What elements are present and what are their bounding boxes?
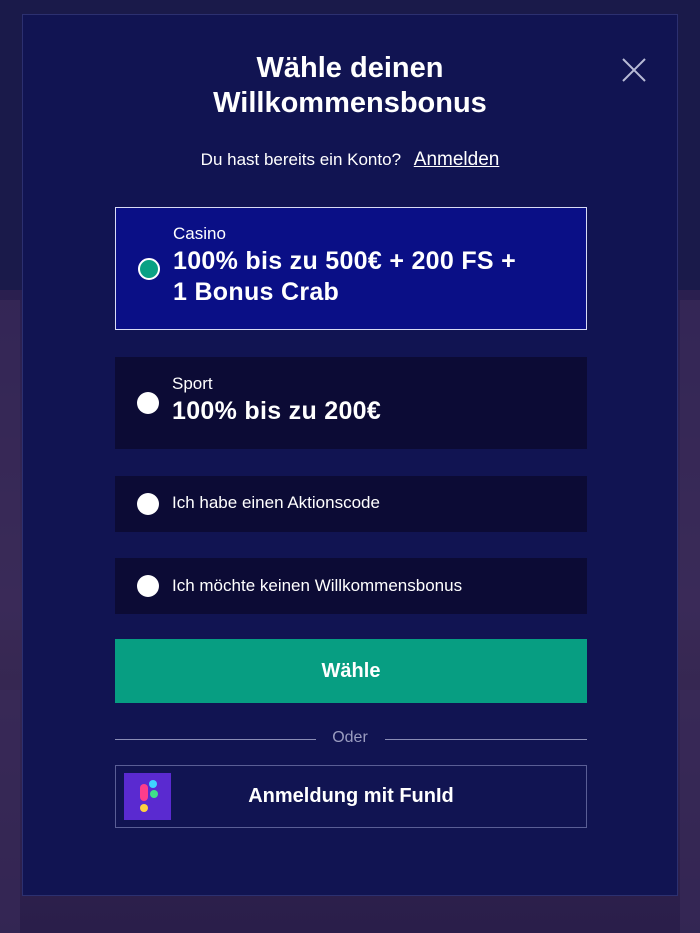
backdrop-tile: [0, 300, 20, 630]
backdrop-tile: [680, 690, 700, 933]
welcome-bonus-modal: Wähle deinen Willkommensbonus Du hast be…: [22, 14, 678, 896]
divider-right: [385, 739, 587, 740]
bonus-option-value: 100% bis zu 500€ + 200 FS +: [173, 247, 517, 275]
bonus-option-sport[interactable]: Sport 100% bis zu 200€: [115, 357, 587, 449]
backdrop-tile: [0, 690, 20, 933]
radio-promo-code[interactable]: [137, 493, 159, 515]
radio-sport[interactable]: [137, 392, 159, 414]
bonus-option-value: 100% bis zu 200€: [172, 397, 382, 425]
backdrop-tile: [680, 300, 700, 630]
bonus-option-label: Ich möchte keinen Willkommensbonus: [172, 576, 463, 595]
divider-label: Oder: [332, 729, 368, 746]
funid-login-button[interactable]: Anmeldung mit FunId: [115, 765, 587, 828]
bonus-option-casino[interactable]: Casino 100% bis zu 500€ + 200 FS + 1 Bon…: [115, 207, 587, 330]
bonus-option-sport-text: Sport 100% bis zu 200€: [172, 374, 381, 427]
bonus-option-label: Sport: [172, 374, 213, 393]
radio-casino[interactable]: [138, 258, 160, 280]
funid-logo-icon: [124, 773, 171, 820]
funid-login-label: Anmeldung mit FunId: [248, 785, 454, 807]
radio-no-bonus[interactable]: [137, 575, 159, 597]
login-prompt: Du hast bereits ein Konto? Anmelden: [23, 149, 677, 171]
bonus-option-promo-code[interactable]: Ich habe einen Aktionscode: [115, 476, 587, 532]
modal-title-line1: Wähle deinen: [256, 52, 444, 84]
bonus-option-no-bonus[interactable]: Ich möchte keinen Willkommensbonus: [115, 558, 587, 614]
choose-button[interactable]: Wähle: [115, 639, 587, 703]
modal-title: Wähle deinen Willkommensbonus: [23, 51, 677, 121]
bonus-option-casino-text: Casino 100% bis zu 500€ + 200 FS + 1 Bon…: [173, 224, 516, 308]
bonus-option-value: 1 Bonus Crab: [173, 278, 340, 306]
login-link[interactable]: Anmelden: [414, 149, 500, 170]
login-prompt-text: Du hast bereits ein Konto?: [200, 150, 402, 169]
bonus-option-label: Ich habe einen Aktionscode: [172, 493, 380, 512]
modal-title-line2: Willkommensbonus: [213, 87, 487, 119]
bonus-option-label: Casino: [173, 224, 226, 243]
